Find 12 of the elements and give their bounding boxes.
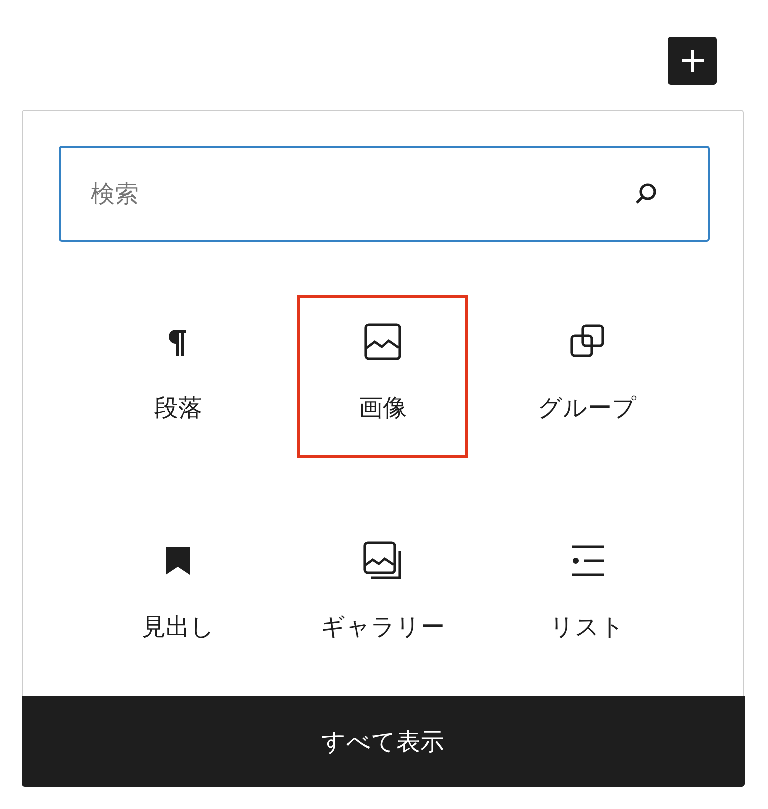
- search-field[interactable]: 検索: [59, 146, 710, 242]
- block-item[interactable]: リスト: [502, 514, 674, 676]
- block-item[interactable]: グループ: [502, 295, 674, 458]
- add-button[interactable]: [668, 37, 717, 85]
- block-item[interactable]: 画像: [297, 295, 468, 458]
- image-icon: [362, 322, 403, 362]
- block-item[interactable]: ギャラリー: [297, 514, 468, 676]
- gallery-icon: [362, 540, 403, 580]
- plus-icon: [680, 48, 706, 74]
- show-all-button[interactable]: すべて表示: [22, 696, 744, 787]
- block-item[interactable]: 見出し: [92, 514, 264, 676]
- block-item[interactable]: 段落: [92, 295, 264, 458]
